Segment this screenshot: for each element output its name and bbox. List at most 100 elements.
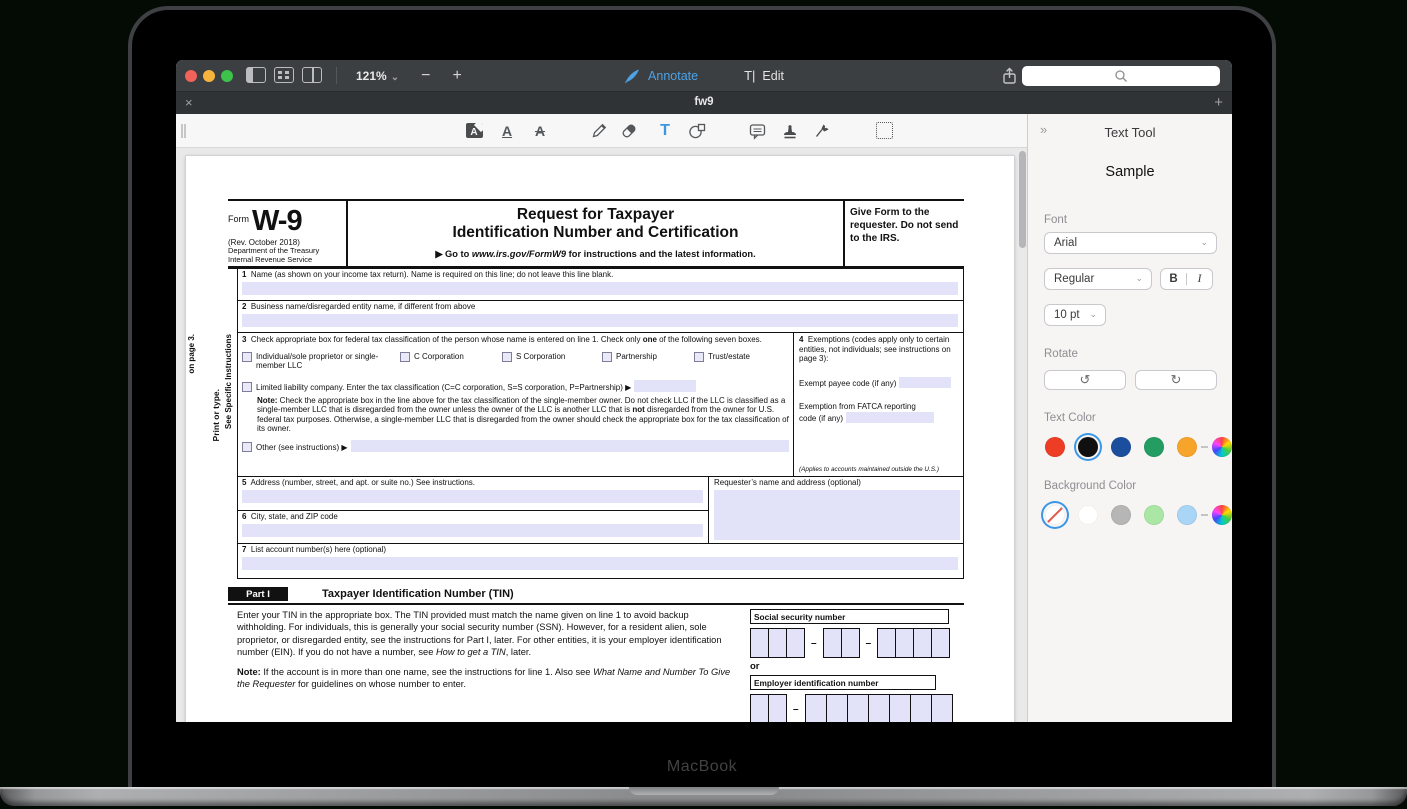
pen-tool[interactable]	[589, 120, 609, 142]
ssn-digit[interactable]	[877, 628, 896, 658]
bg-color-white[interactable]	[1078, 505, 1098, 525]
highlight-icon: A	[466, 123, 483, 138]
macbook-brand-label: MacBook	[132, 758, 1272, 776]
chevron-down-icon: ⌄	[1135, 273, 1143, 284]
ssn-digit[interactable]	[786, 628, 805, 658]
rotate-cw-button[interactable]: ↻	[1135, 370, 1217, 390]
search-icon	[1114, 69, 1128, 83]
bg-color-gray[interactable]	[1111, 505, 1131, 525]
shapes-icon	[687, 121, 707, 140]
selection-icon	[876, 122, 893, 139]
field-fatca-code[interactable]	[846, 412, 934, 423]
collapse-sidebar-icon[interactable]: »	[1040, 122, 1047, 137]
ein-digit[interactable]	[868, 694, 890, 722]
underline-tool[interactable]: A	[497, 120, 517, 142]
text-color-custom-wheel[interactable]	[1212, 437, 1232, 457]
text-tool-sidebar: » Text Tool Sample Font Arial ⌄ Regular …	[1027, 114, 1232, 722]
ein-digit[interactable]	[750, 694, 769, 722]
ein-digit[interactable]	[805, 694, 827, 722]
bg-color-custom-wheel[interactable]	[1212, 505, 1232, 525]
swatch-divider	[1201, 446, 1208, 448]
field-name[interactable]	[242, 282, 958, 295]
ssn-digit[interactable]	[823, 628, 842, 658]
ssn-digit[interactable]	[768, 628, 787, 658]
text-tool[interactable]: T	[655, 120, 675, 142]
select-tool[interactable]	[874, 120, 894, 142]
stamp-tool[interactable]	[780, 120, 800, 142]
w9-form: FormW-9 (Rev. October 2018) Department o…	[228, 199, 964, 722]
ssn-digit[interactable]	[931, 628, 950, 658]
share-button[interactable]	[1001, 67, 1018, 85]
ein-boxes: –	[750, 694, 964, 722]
checkbox-other[interactable]	[242, 442, 252, 452]
rotate-ccw-button[interactable]: ↺	[1044, 370, 1126, 390]
checkbox-s-corporation[interactable]	[502, 352, 512, 362]
new-tab-button[interactable]: +	[1214, 94, 1223, 111]
font-family-select[interactable]: Arial ⌄	[1044, 232, 1217, 254]
field-city-state-zip[interactable]	[242, 524, 703, 537]
field-address[interactable]	[242, 490, 703, 503]
bg-color-none[interactable]	[1045, 505, 1065, 525]
tab-annotate[interactable]: Annotate	[624, 68, 698, 84]
field-account-numbers[interactable]	[242, 557, 958, 570]
chevron-down-icon: ⌄	[1089, 309, 1097, 320]
text-color-orange[interactable]	[1177, 437, 1197, 457]
bg-color-light-blue[interactable]	[1177, 505, 1197, 525]
vertical-see-instructions: See Specific Instructions	[224, 334, 233, 429]
checkbox-llc[interactable]	[242, 382, 252, 392]
part1-header: Part I Taxpayer Identification Number (T…	[228, 587, 964, 605]
ein-digit[interactable]	[768, 694, 787, 722]
comment-tool[interactable]	[747, 120, 767, 142]
ein-digit[interactable]	[826, 694, 848, 722]
tab-edit[interactable]: T| Edit	[744, 68, 784, 83]
form-goto-line: ▶ Go to www.irs.gov/FormW9 for instructi…	[348, 249, 843, 260]
share-icon	[1001, 67, 1018, 85]
font-style-select[interactable]: Regular ⌄	[1044, 268, 1152, 290]
field-llc-classification[interactable]	[634, 380, 696, 392]
font-size-select[interactable]: 10 pt ⌄	[1044, 304, 1106, 326]
bold-button[interactable]: B	[1161, 273, 1187, 285]
eraser-tool[interactable]	[619, 120, 639, 142]
document-area[interactable]: FormW-9 (Rev. October 2018) Department o…	[176, 148, 1027, 722]
rotate-section-label: Rotate	[1044, 348, 1232, 360]
text-color-green[interactable]	[1144, 437, 1164, 457]
part1-instructions: Enter your TIN in the appropriate box. T…	[237, 609, 750, 722]
ein-digit[interactable]	[889, 694, 911, 722]
checkbox-partnership[interactable]	[602, 352, 612, 362]
highlight-text-tool[interactable]: A	[464, 120, 484, 142]
ein-digit[interactable]	[931, 694, 953, 722]
text-color-section-label: Text Color	[1044, 412, 1232, 424]
field-requester-name-address[interactable]	[714, 490, 960, 541]
strikethrough-tool[interactable]: A	[530, 120, 550, 142]
checkbox-c-corporation[interactable]	[400, 352, 410, 362]
field-exempt-payee-code[interactable]	[899, 377, 951, 388]
field-other[interactable]	[351, 440, 789, 452]
checkbox-individual[interactable]	[242, 352, 252, 362]
text-color-black[interactable]	[1078, 437, 1098, 457]
text-color-blue[interactable]	[1111, 437, 1131, 457]
rotate-cw-icon: ↻	[1171, 372, 1182, 388]
titlebar: 121%⌄ − + Annotate T| Edit	[176, 60, 1232, 91]
italic-button[interactable]: I	[1187, 273, 1212, 285]
scrollbar-thumb[interactable]	[1019, 151, 1026, 248]
checkbox-trust-estate[interactable]	[694, 352, 704, 362]
ssn-digit[interactable]	[841, 628, 860, 658]
field-business-name[interactable]	[242, 314, 958, 327]
ssn-digit[interactable]	[913, 628, 932, 658]
document-tab-title[interactable]: fw9	[176, 96, 1232, 108]
text-color-red[interactable]	[1045, 437, 1065, 457]
text-color-swatches	[1045, 437, 1232, 457]
give-form-note: Give Form to the requester. Do not send …	[845, 201, 964, 266]
ssn-digit[interactable]	[750, 628, 769, 658]
font-section-label: Font	[1044, 214, 1232, 226]
signature-tool[interactable]	[812, 120, 832, 142]
ein-digit[interactable]	[847, 694, 869, 722]
search-input[interactable]	[1022, 66, 1220, 86]
ssn-digit[interactable]	[895, 628, 914, 658]
pdf-app-window: 121%⌄ − + Annotate T| Edit	[176, 60, 1232, 722]
ein-digit[interactable]	[910, 694, 932, 722]
chevron-down-icon: ⌄	[1200, 237, 1208, 248]
toolbar-drag-handle[interactable]	[181, 124, 186, 138]
shapes-tool[interactable]	[687, 120, 707, 142]
bg-color-light-green[interactable]	[1144, 505, 1164, 525]
